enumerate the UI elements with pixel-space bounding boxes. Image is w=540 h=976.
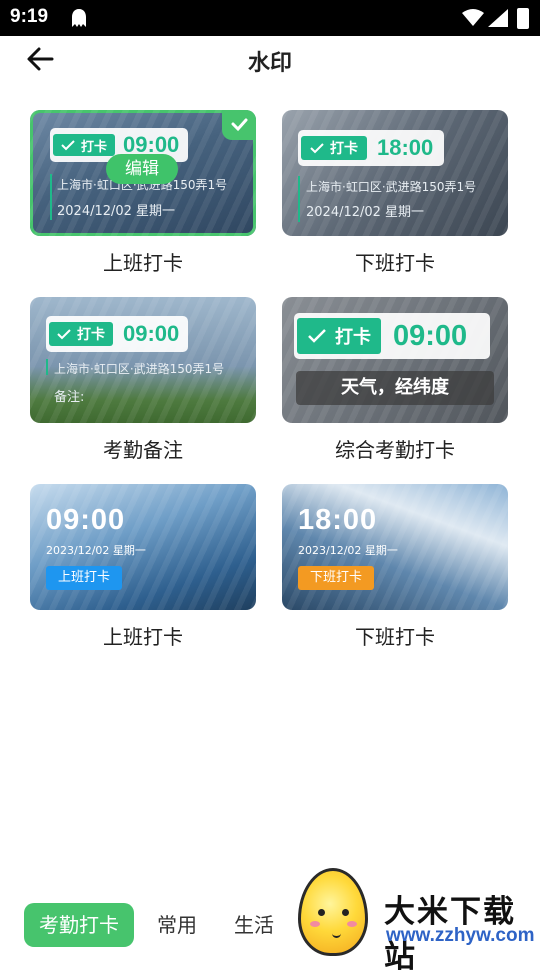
- date-text: 2024/12/02 星期一: [306, 205, 425, 220]
- edit-button[interactable]: 编辑: [106, 154, 178, 184]
- watermark-thumbnail: 18:00 2023/12/02 星期一 下班打卡: [282, 484, 508, 610]
- punch-tag: 打卡: [77, 327, 105, 343]
- punch-tag: 打卡: [335, 327, 371, 348]
- status-badge: 上班打卡: [46, 566, 123, 590]
- signal-icon: [488, 9, 508, 27]
- notification-ghost-icon: [72, 9, 86, 27]
- watermark-card-clock-out[interactable]: 打卡 18:00 上海市·虹口区·武进路150弄1号 2024/12/02 星期…: [282, 110, 508, 276]
- weather-text: 天气，经纬度: [296, 371, 494, 405]
- card-caption: 下班打卡: [355, 625, 435, 649]
- card-caption: 下班打卡: [355, 251, 435, 275]
- watermark-thumbnail: 打卡 09:00 天气，经纬度: [282, 297, 508, 423]
- address-text: 上海市·虹口区·武进路150弄1号: [306, 180, 477, 194]
- check-icon: [310, 143, 324, 154]
- punch-time: 09:00: [123, 321, 180, 346]
- date-text: 2024/12/02 星期一: [57, 204, 176, 219]
- watermark-thumbnail: 打卡 18:00 上海市·虹口区·武进路150弄1号 2024/12/02 星期…: [282, 110, 508, 236]
- card-caption: 上班打卡: [103, 625, 183, 649]
- watermark-card-clock-in[interactable]: 打卡 09:00 上海市·虹口区·武进路150弄1号 2024/12/02 星期…: [30, 110, 256, 276]
- check-icon: [61, 140, 75, 151]
- check-icon: [231, 118, 248, 132]
- battery-icon: [517, 8, 529, 29]
- tab-attendance[interactable]: 考勤打卡: [24, 903, 134, 947]
- watermark-card-combined[interactable]: 打卡 09:00 天气，经纬度 综合考勤打卡: [282, 297, 508, 463]
- watermark-card-attendance-note[interactable]: 打卡 09:00 上海市·虹口区·武进路150弄1号 备注: 考勤备注: [30, 297, 256, 463]
- card-caption: 综合考勤打卡: [335, 438, 455, 462]
- status-time: 9:19: [10, 6, 49, 27]
- page-title: 水印: [247, 51, 292, 76]
- watermark-header: 打卡 18:00: [298, 130, 445, 166]
- status-bar: 9:19: [0, 0, 540, 36]
- wifi-icon: [462, 9, 484, 26]
- big-time: 18:00: [298, 504, 378, 536]
- big-time: 09:00: [46, 504, 126, 536]
- note-text: 备注:: [54, 390, 85, 405]
- watermark-thumbnail: 打卡 09:00 上海市·虹口区·武进路150弄1号 备注:: [30, 297, 256, 423]
- watermark-card-clock-out-orange[interactable]: 18:00 2023/12/02 星期一 下班打卡 下班打卡: [282, 484, 508, 650]
- tab-common[interactable]: 常用: [157, 903, 197, 947]
- date-text: 2023/12/02 星期一: [46, 544, 146, 557]
- watermark-header: 打卡 09:00: [46, 316, 189, 352]
- check-icon: [308, 329, 326, 343]
- punch-time: 09:00: [393, 319, 468, 352]
- mascot-logo: [298, 868, 368, 956]
- card-caption: 考勤备注: [103, 438, 183, 462]
- status-badge: 下班打卡: [298, 566, 375, 590]
- punch-tag: 打卡: [81, 139, 108, 155]
- punch-time: 18:00: [377, 135, 434, 160]
- check-icon: [57, 329, 71, 340]
- card-caption: 上班打卡: [103, 251, 183, 275]
- date-text: 2023/12/02 星期一: [298, 544, 398, 557]
- watermark-thumbnail: 打卡 09:00 上海市·虹口区·武进路150弄1号 2024/12/02 星期…: [30, 110, 256, 236]
- watermark-card-clock-in-blue[interactable]: 09:00 2023/12/02 星期一 上班打卡 上班打卡: [30, 484, 256, 650]
- site-watermark-logo: 大米下载站 www.zzhyw.com: [296, 864, 540, 975]
- address-text: 上海市·虹口区·武进路150弄1号: [54, 362, 225, 376]
- watermark-header: 打卡 09:00: [294, 313, 490, 359]
- watermark-thumbnail: 09:00 2023/12/02 星期一 上班打卡: [30, 484, 256, 610]
- top-bar: 水印: [0, 36, 540, 86]
- tab-life[interactable]: 生活: [234, 903, 274, 947]
- punch-tag: 打卡: [330, 141, 358, 157]
- site-url: www.zzhyw.com: [386, 925, 535, 946]
- selected-check: [222, 110, 256, 140]
